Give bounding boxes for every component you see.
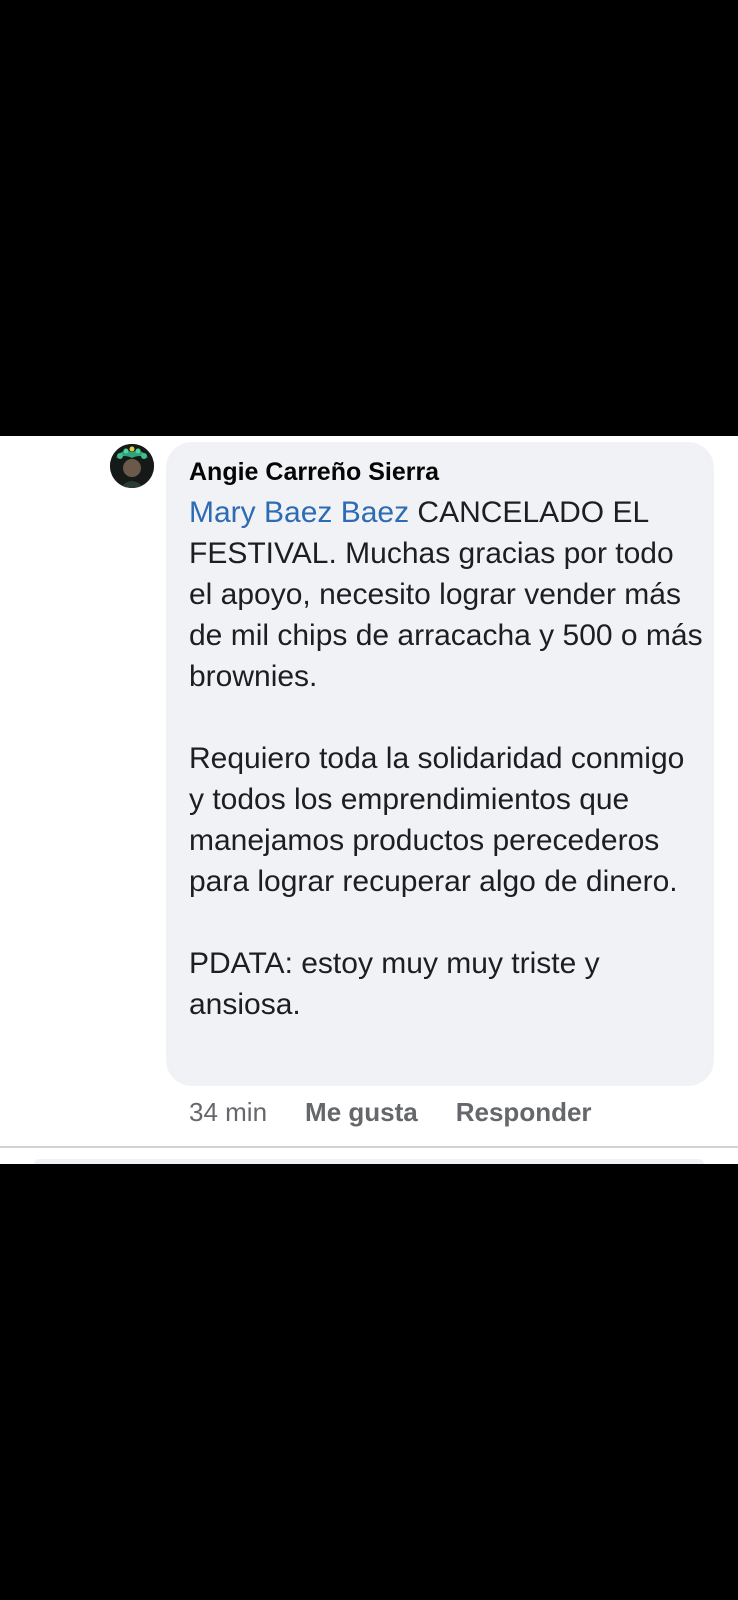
bottom-black-bar [0,1164,738,1600]
avatar[interactable] [110,444,154,488]
avatar-image-icon [110,444,154,488]
comment-timestamp[interactable]: 34 min [189,1094,267,1130]
mention-link[interactable]: Mary Baez Baez [189,496,409,529]
like-button[interactable]: Me gusta [305,1094,418,1130]
comment-paragraph-3: PDATA: estoy muy muy triste y ansiosa. [189,947,600,1021]
comment-actions: 34 min Me gusta Responder [189,1094,592,1130]
reply-button[interactable]: Responder [456,1094,592,1130]
comment-paragraph-1: Mary Baez Baez CANCELADO EL FESTIVAL. Mu… [189,492,704,697]
top-black-bar [0,0,738,436]
comment-body: Mary Baez Baez CANCELADO EL FESTIVAL. Mu… [189,492,704,1025]
divider [0,1146,738,1148]
comment-paragraph-2: Requiero toda la solidaridad conmigo y t… [189,742,685,898]
comment-section: Angie Carreño Sierra Mary Baez Baez CANC… [0,436,738,1164]
comment-author[interactable]: Angie Carreño Sierra [189,454,439,490]
comment-bubble: Angie Carreño Sierra Mary Baez Baez CANC… [166,442,714,1086]
